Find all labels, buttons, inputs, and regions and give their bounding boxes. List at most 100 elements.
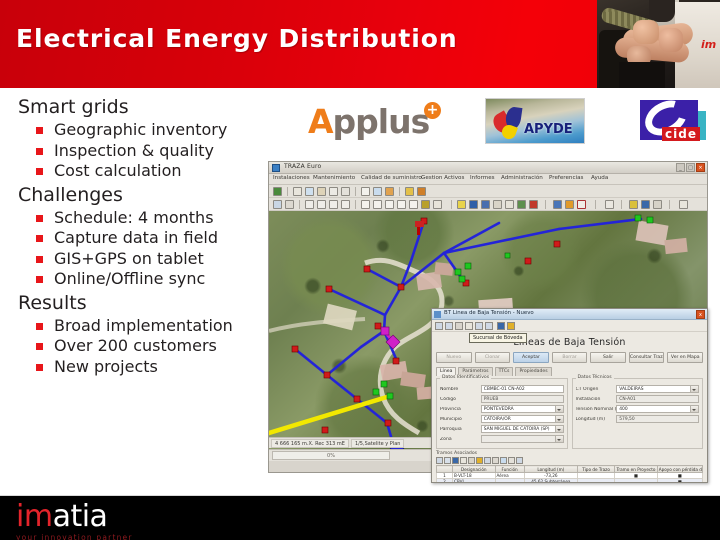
tool-pin-icon[interactable] <box>653 200 662 209</box>
nombre-input[interactable]: CBMBC-01 CN-A02 <box>480 385 564 393</box>
tool-page-icon[interactable] <box>293 187 302 196</box>
dialog-tool-next-icon[interactable] <box>475 322 483 330</box>
tool-table-icon[interactable] <box>317 187 326 196</box>
parroquia-select[interactable]: SAN MIGUEL DE CATOIRA (SP) <box>480 425 564 433</box>
view-on-map-button[interactable]: Ver en Mapa <box>667 352 704 363</box>
tool-print-icon[interactable] <box>285 200 294 209</box>
tool-zoom-extent-icon[interactable] <box>397 200 406 209</box>
table-row[interactable]: 2 CBVL 45,62 Subterránea ■ <box>436 478 704 482</box>
tool-measure-icon[interactable] <box>433 200 442 209</box>
menu-item-administracion[interactable]: Administración <box>501 175 543 181</box>
tool-refresh-icon[interactable] <box>341 187 350 196</box>
tool-transformer-icon[interactable] <box>481 200 490 209</box>
tool-link-icon[interactable] <box>605 200 614 209</box>
tool-lock-icon[interactable] <box>529 200 538 209</box>
tool-move-top-icon[interactable] <box>317 200 326 209</box>
table-tool-edit-icon[interactable] <box>444 457 451 464</box>
gis-toolbar-row-2[interactable] <box>269 198 707 211</box>
zona-select[interactable] <box>480 435 564 443</box>
tab-propiedades[interactable]: Propiedades <box>515 367 552 376</box>
maximize-icon[interactable]: □ <box>686 163 695 172</box>
cide-logo: cide <box>632 93 716 146</box>
tool-dropdown-icon[interactable] <box>679 200 688 209</box>
table-tool-filter-icon[interactable] <box>484 457 491 464</box>
close-icon[interactable]: × <box>696 163 705 172</box>
dialog-tool-filter-icon[interactable] <box>497 322 505 330</box>
new-button[interactable]: Nuevo <box>436 352 472 363</box>
dialog-tool-export-icon[interactable] <box>507 322 515 330</box>
menu-item-calidad[interactable]: Calidad de suministro <box>361 175 422 181</box>
delete-button[interactable]: Borrar <box>551 352 588 363</box>
tool-cable-icon[interactable] <box>505 200 514 209</box>
tool-pan-icon[interactable] <box>361 200 370 209</box>
dialog-tool-prev-icon[interactable] <box>445 322 453 330</box>
gis-title-bar: TRAZA Euro _ □ × <box>269 162 707 174</box>
tool-zoom-window-icon[interactable] <box>409 200 418 209</box>
table-toolbar[interactable] <box>436 457 703 464</box>
tool-marker-icon[interactable] <box>641 200 650 209</box>
gis-toolbar-row-1[interactable] <box>269 185 707 198</box>
tool-open-folder-icon[interactable] <box>405 187 414 196</box>
menu-item-mantenimiento[interactable]: Mantenimiento <box>313 175 355 181</box>
tool-zoom-out-icon[interactable] <box>385 200 394 209</box>
longitud-value: 579,50 <box>616 415 699 423</box>
provincia-select[interactable]: PONTEVEDRA <box>480 405 564 413</box>
table-tool-add-icon[interactable] <box>436 457 443 464</box>
tool-pole-icon[interactable] <box>493 200 502 209</box>
tramos-table[interactable]: Designación Función Longitud (m) Tipo de… <box>436 465 704 482</box>
tool-move-up-icon[interactable] <box>305 200 314 209</box>
menu-item-preferencias[interactable]: Preferencias <box>549 175 583 181</box>
tension-nominal-select[interactable]: 400 <box>616 405 699 413</box>
tool-new-icon[interactable] <box>273 187 282 196</box>
accept-button[interactable]: Aceptar <box>513 352 549 363</box>
tool-node-icon[interactable] <box>469 200 478 209</box>
table-tool-print-icon[interactable] <box>508 457 515 464</box>
tool-red-label-icon[interactable] <box>577 200 586 209</box>
menu-item-gestion-activos[interactable]: Gestion Activos <box>421 175 464 181</box>
tool-lightning-icon[interactable] <box>457 200 466 209</box>
dialog-tool-first-icon[interactable] <box>435 322 443 330</box>
table-tool-up-icon[interactable] <box>468 457 475 464</box>
tool-save-icon[interactable] <box>417 187 426 196</box>
tool-move-down-icon[interactable] <box>329 200 338 209</box>
tool-select-rect-icon[interactable] <box>361 187 370 196</box>
table-tool-down-icon[interactable] <box>476 457 483 464</box>
instalacion-value: CN-A01 <box>616 395 699 403</box>
table-tool-export-icon[interactable] <box>500 457 507 464</box>
tool-report-icon[interactable] <box>553 200 562 209</box>
table-tool-help-icon[interactable] <box>516 457 523 464</box>
menu-item-instalaciones[interactable]: Instalaciones <box>273 175 310 181</box>
tool-chart-icon[interactable] <box>565 200 574 209</box>
dialog-toolbar[interactable] <box>432 320 707 332</box>
tool-grid-icon[interactable] <box>305 187 314 196</box>
tool-tree-icon[interactable] <box>517 200 526 209</box>
table-tool-delete-icon[interactable] <box>460 457 467 464</box>
tool-layers-icon[interactable] <box>373 187 382 196</box>
dialog-tool-search-icon[interactable] <box>465 322 473 330</box>
codigo-input[interactable]: PRUEB <box>480 395 564 403</box>
query-route-button[interactable]: Consultar Traza <box>628 352 665 363</box>
tool-zoom-in-icon[interactable] <box>373 200 382 209</box>
tab-ttcs[interactable]: TTCs <box>494 367 514 376</box>
clone-button[interactable]: Clonar <box>474 352 511 363</box>
tool-arrow-icon[interactable] <box>385 187 394 196</box>
gis-menu-bar[interactable]: Instalaciones Mantenimiento Calidad de s… <box>269 174 707 185</box>
minimize-icon[interactable]: _ <box>676 163 685 172</box>
municipio-select[interactable]: CATOIRA/OR <box>480 415 564 423</box>
table-tool-refresh-icon[interactable] <box>492 457 499 464</box>
close-icon[interactable]: x <box>696 310 705 319</box>
menu-item-informes[interactable]: Informes <box>470 175 495 181</box>
dialog-tool-stop-icon[interactable] <box>455 322 463 330</box>
dialog-tool-last-icon[interactable] <box>485 322 493 330</box>
gis-window-title: TRAZA Euro <box>284 163 322 170</box>
tool-identify-icon[interactable] <box>421 200 430 209</box>
exit-button[interactable]: Salir <box>590 352 626 363</box>
table-tool-select-icon[interactable] <box>452 457 459 464</box>
tool-move-bottom-icon[interactable] <box>341 200 350 209</box>
menu-item-ayuda[interactable]: Ayuda <box>591 175 608 181</box>
tool-window-icon[interactable] <box>329 187 338 196</box>
ct-origen-select[interactable]: VALDEIRAS <box>616 385 699 393</box>
tool-flag-icon[interactable] <box>629 200 638 209</box>
toolbar-separator <box>595 200 596 209</box>
tool-disk-icon[interactable] <box>273 200 282 209</box>
